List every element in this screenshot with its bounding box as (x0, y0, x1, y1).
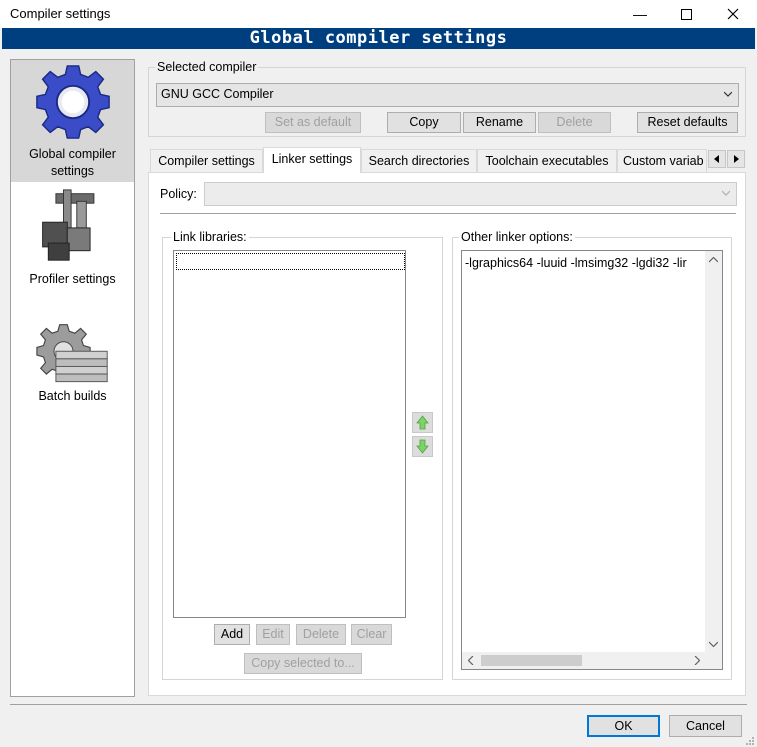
selected-compiler-label: Selected compiler (155, 60, 259, 74)
edit-library-button[interactable]: Edit (256, 624, 290, 645)
close-icon (727, 8, 739, 20)
clear-libraries-button[interactable]: Clear (351, 624, 392, 645)
triangle-left-icon (714, 155, 719, 163)
header-banner: Global compiler settings (2, 28, 755, 49)
vertical-scrollbar[interactable] (705, 251, 722, 653)
link-libraries-label: Link libraries: (171, 230, 249, 244)
add-library-button[interactable]: Add (214, 624, 250, 645)
policy-select[interactable] (204, 182, 737, 206)
compiler-select-value: GNU GCC Compiler (161, 87, 274, 101)
tab-custom-variables[interactable]: Custom variab (617, 149, 707, 172)
minimize-button[interactable]: — (617, 0, 663, 28)
divider (160, 213, 736, 214)
other-linker-options-text: -lgraphics64 -luuid -lmsimg32 -lgdi32 -l… (465, 256, 687, 270)
policy-label: Policy: (160, 187, 197, 201)
list-focus-item[interactable] (176, 253, 405, 270)
batch-builds-icon (36, 324, 108, 383)
chevron-down-icon (724, 91, 732, 97)
tab-toolchain-executables[interactable]: Toolchain executables (477, 149, 617, 172)
scrollbar-corner (705, 652, 722, 669)
maximize-button[interactable] (663, 0, 709, 28)
arrow-up-icon (416, 415, 429, 430)
chevron-down-icon (722, 190, 730, 196)
sidebar-item-label: Profiler settings (29, 272, 116, 286)
sidebar-item-profiler[interactable]: Profiler settings (11, 184, 134, 294)
resize-grip-icon[interactable] (744, 735, 755, 746)
cancel-button[interactable]: Cancel (669, 715, 742, 737)
sidebar: Global compiler settings Profiler settin… (10, 59, 135, 697)
link-libraries-list[interactable] (173, 250, 406, 618)
copy-selected-button[interactable]: Copy selected to... (244, 653, 362, 674)
copy-button[interactable]: Copy (387, 112, 461, 133)
tab-scroll-left-button[interactable] (708, 150, 726, 168)
bottom-divider (10, 704, 747, 705)
compiler-select[interactable]: GNU GCC Compiler (156, 83, 739, 107)
minimize-icon: — (633, 6, 647, 22)
move-up-button[interactable] (412, 412, 433, 433)
tab-linker-settings[interactable]: Linker settings (263, 147, 361, 173)
other-linker-options-label: Other linker options: (459, 230, 575, 244)
other-linker-options-input[interactable]: -lgraphics64 -luuid -lmsimg32 -lgdi32 -l… (461, 250, 723, 670)
maximize-icon (680, 8, 692, 20)
sidebar-item-global-compiler[interactable]: Global compiler settings (11, 60, 134, 182)
move-down-button[interactable] (412, 436, 433, 457)
triangle-right-icon (734, 155, 739, 163)
tab-scroll-right-button[interactable] (727, 150, 745, 168)
sidebar-item-label: Batch builds (38, 389, 107, 403)
ok-button[interactable]: OK (587, 715, 660, 737)
profiler-icon (42, 189, 95, 261)
tab-search-directories[interactable]: Search directories (361, 149, 477, 172)
scroll-up-icon[interactable] (709, 257, 718, 263)
arrow-down-icon (416, 439, 429, 454)
sidebar-item-batch-builds[interactable]: Batch builds (11, 310, 134, 410)
scroll-left-icon[interactable] (468, 656, 474, 665)
rename-button[interactable]: Rename (463, 112, 536, 133)
tab-compiler-settings[interactable]: Compiler settings (150, 149, 263, 172)
title-bar: Compiler settings — (0, 0, 757, 28)
scroll-right-icon[interactable] (694, 656, 700, 665)
sidebar-item-label: Global compiler (29, 147, 116, 161)
delete-button[interactable]: Delete (538, 112, 611, 133)
sidebar-item-label: settings (50, 164, 95, 178)
reset-defaults-button[interactable]: Reset defaults (637, 112, 738, 133)
horizontal-scroll-thumb[interactable] (481, 655, 582, 666)
horizontal-scrollbar[interactable] (462, 652, 706, 669)
gear-icon (36, 65, 110, 139)
scroll-down-icon[interactable] (709, 641, 718, 647)
window-title: Compiler settings (10, 6, 111, 21)
set-default-button[interactable]: Set as default (265, 112, 361, 133)
delete-library-button[interactable]: Delete (296, 624, 346, 645)
close-button[interactable] (710, 0, 756, 28)
